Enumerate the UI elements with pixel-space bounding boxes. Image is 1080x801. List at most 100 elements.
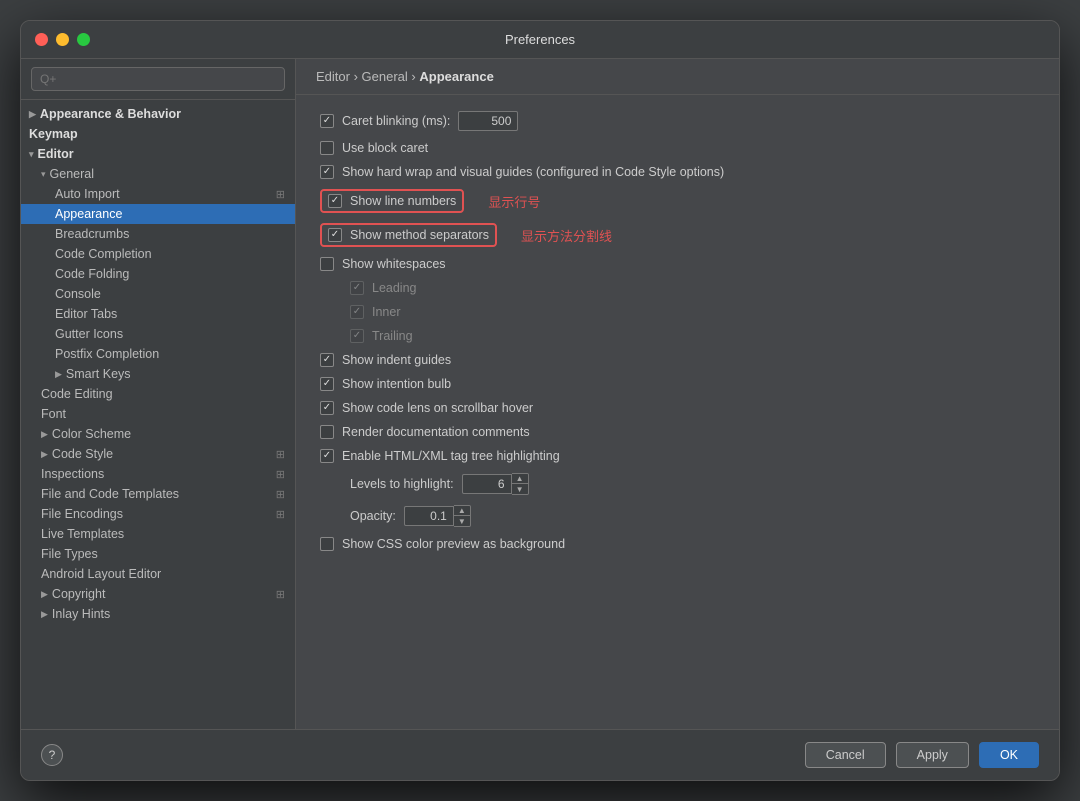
dialog-footer: ? Cancel Apply OK [21, 729, 1059, 780]
sidebar-item-live-templates[interactable]: Live Templates [21, 524, 295, 544]
show-code-lens-checkbox[interactable] [320, 401, 334, 415]
levels-label: Levels to highlight: [350, 477, 454, 491]
show-method-sep-checkbox[interactable] [328, 228, 342, 242]
titlebar: Preferences [21, 21, 1059, 59]
ok-button[interactable]: OK [979, 742, 1039, 768]
show-whitespaces-label: Show whitespaces [342, 257, 446, 271]
sidebar-item-breadcrumbs[interactable]: Breadcrumbs [21, 224, 295, 244]
enable-html-xml-checkbox[interactable] [320, 449, 334, 463]
sidebar-item-console[interactable]: Console [21, 284, 295, 304]
dialog-title: Preferences [505, 32, 575, 47]
caret-blinking-checkbox[interactable] [320, 114, 334, 128]
inner-checkbox[interactable] [350, 305, 364, 319]
show-hard-wrap-checkbox[interactable] [320, 165, 334, 179]
breadcrumb: Editor › General › Appearance [296, 59, 1059, 95]
annotation-method-sep: 显示方法分割线 [521, 226, 612, 245]
show-css-label: Show CSS color preview as background [342, 537, 565, 551]
sidebar-item-copyright[interactable]: ▶ Copyright ⊞ [21, 584, 295, 604]
show-indent-guides-row: Show indent guides [320, 353, 1035, 367]
use-block-caret-checkbox[interactable] [320, 141, 334, 155]
sidebar-item-appearance-behavior[interactable]: ▶ Appearance & Behavior [21, 104, 295, 124]
show-method-sep-row: Show method separators 显示方法分割线 [320, 223, 1035, 247]
show-method-sep-label: Show method separators [350, 228, 489, 242]
settings-tree: ▶ Appearance & Behavior Keymap ▾ Editor … [21, 100, 295, 729]
caret-blinking-label: Caret blinking (ms): [342, 114, 450, 128]
sidebar-item-general[interactable]: ▾ General [21, 164, 295, 184]
search-box [21, 59, 295, 100]
footer-right: Cancel Apply OK [805, 742, 1039, 768]
opacity-spinner: ▲ ▼ [404, 505, 471, 527]
sidebar-item-file-code-templates[interactable]: File and Code Templates ⊞ [21, 484, 295, 504]
sidebar-item-code-folding[interactable]: Code Folding [21, 264, 295, 284]
levels-row: Levels to highlight: ▲ ▼ [320, 473, 1035, 495]
sidebar-item-editor-tabs[interactable]: Editor Tabs [21, 304, 295, 324]
apply-button[interactable]: Apply [896, 742, 969, 768]
help-button[interactable]: ? [41, 744, 63, 766]
sidebar-item-inspections[interactable]: Inspections ⊞ [21, 464, 295, 484]
sidebar-item-inlay-hints[interactable]: ▶ Inlay Hints [21, 604, 295, 624]
close-button[interactable] [35, 33, 48, 46]
show-indent-guides-checkbox[interactable] [320, 353, 334, 367]
main-panel: Editor › General › Appearance Caret blin… [296, 59, 1059, 729]
minimize-button[interactable] [56, 33, 69, 46]
show-line-numbers-label: Show line numbers [350, 194, 456, 208]
chevron-icon: ▶ [41, 589, 48, 600]
sidebar-item-font[interactable]: Font [21, 404, 295, 424]
show-intention-bulb-row: Show intention bulb [320, 377, 1035, 391]
sidebar-item-gutter-icons[interactable]: Gutter Icons [21, 324, 295, 344]
opacity-spinner-buttons: ▲ ▼ [454, 505, 471, 527]
chevron-icon: ▶ [41, 449, 48, 460]
sidebar-item-postfix-completion[interactable]: Postfix Completion [21, 344, 295, 364]
chevron-icon: ▶ [41, 609, 48, 620]
settings-panel: Caret blinking (ms): Use block caret Sho… [296, 95, 1059, 729]
badge-icon: ⊞ [276, 508, 285, 521]
sidebar-item-auto-import[interactable]: Auto Import ⊞ [21, 184, 295, 204]
trailing-checkbox[interactable] [350, 329, 364, 343]
show-line-numbers-highlight: Show line numbers [320, 189, 464, 213]
opacity-down-button[interactable]: ▼ [454, 516, 470, 526]
sidebar-item-file-encodings[interactable]: File Encodings ⊞ [21, 504, 295, 524]
sidebar-item-file-types[interactable]: File Types [21, 544, 295, 564]
cancel-button[interactable]: Cancel [805, 742, 886, 768]
badge-icon: ⊞ [276, 588, 285, 601]
show-intention-bulb-label: Show intention bulb [342, 377, 451, 391]
show-line-numbers-checkbox[interactable] [328, 194, 342, 208]
opacity-input[interactable] [404, 506, 454, 526]
sidebar-item-code-completion[interactable]: Code Completion [21, 244, 295, 264]
sidebar-item-color-scheme[interactable]: ▶ Color Scheme [21, 424, 295, 444]
caret-blinking-row: Caret blinking (ms): [320, 111, 1035, 131]
search-input[interactable] [31, 67, 285, 91]
annotation-line-numbers: 显示行号 [488, 192, 540, 211]
show-intention-bulb-checkbox[interactable] [320, 377, 334, 391]
show-code-lens-label: Show code lens on scrollbar hover [342, 401, 533, 415]
show-hard-wrap-label: Show hard wrap and visual guides (config… [342, 165, 724, 179]
sidebar-item-appearance[interactable]: Appearance [21, 204, 295, 224]
sidebar-item-keymap[interactable]: Keymap [21, 124, 295, 144]
sidebar-item-code-editing[interactable]: Code Editing [21, 384, 295, 404]
opacity-up-button[interactable]: ▲ [454, 506, 470, 516]
show-css-checkbox[interactable] [320, 537, 334, 551]
show-hard-wrap-row: Show hard wrap and visual guides (config… [320, 165, 1035, 179]
chevron-icon: ▾ [29, 149, 34, 160]
levels-input[interactable] [462, 474, 512, 494]
enable-html-xml-row: Enable HTML/XML tag tree highlighting [320, 449, 1035, 463]
levels-spinner-buttons: ▲ ▼ [512, 473, 529, 495]
chevron-icon: ▶ [29, 109, 36, 120]
leading-checkbox[interactable] [350, 281, 364, 295]
breadcrumb-sep1: › [354, 69, 362, 84]
maximize-button[interactable] [77, 33, 90, 46]
opacity-row: Opacity: ▲ ▼ [320, 505, 1035, 527]
caret-blinking-input[interactable] [458, 111, 518, 131]
sidebar-item-editor[interactable]: ▾ Editor [21, 144, 295, 164]
levels-up-button[interactable]: ▲ [512, 474, 528, 484]
sidebar-item-code-style[interactable]: ▶ Code Style ⊞ [21, 444, 295, 464]
levels-down-button[interactable]: ▼ [512, 484, 528, 494]
show-css-row: Show CSS color preview as background [320, 537, 1035, 551]
render-docs-row: Render documentation comments [320, 425, 1035, 439]
render-docs-checkbox[interactable] [320, 425, 334, 439]
sidebar-item-android-layout[interactable]: Android Layout Editor [21, 564, 295, 584]
show-indent-guides-label: Show indent guides [342, 353, 451, 367]
sidebar-item-smart-keys[interactable]: ▶ Smart Keys [21, 364, 295, 384]
show-whitespaces-checkbox[interactable] [320, 257, 334, 271]
badge-icon: ⊞ [276, 468, 285, 481]
